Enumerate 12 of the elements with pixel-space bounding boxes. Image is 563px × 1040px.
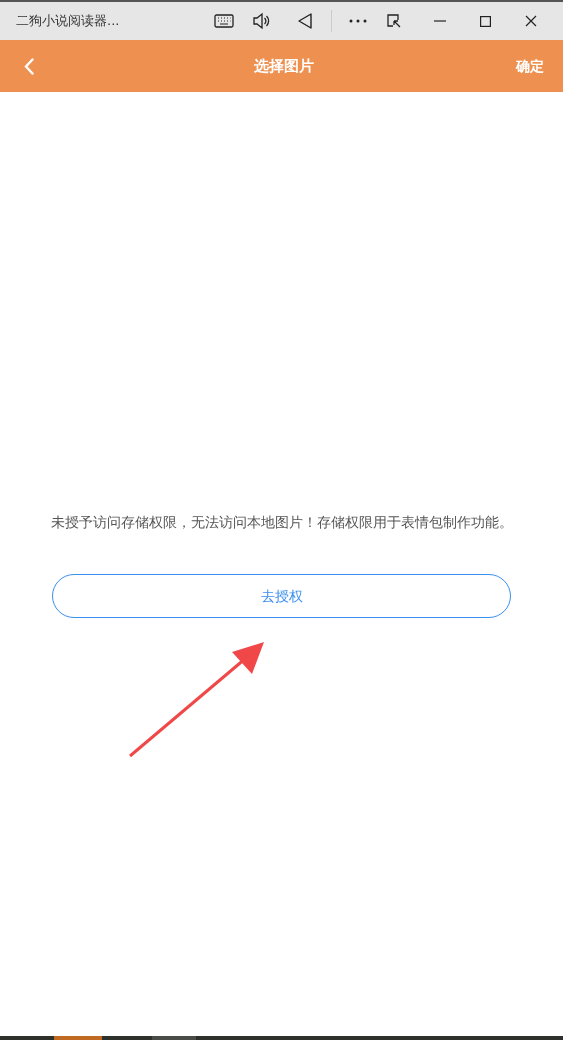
permission-message: 未授予访问存储权限，无法访问本地图片！存储权限用于表情包制作功能。 bbox=[50, 513, 513, 532]
authorize-button[interactable]: 去授权 bbox=[52, 574, 511, 619]
page-title: 选择图片 bbox=[254, 55, 314, 77]
speaker-icon[interactable] bbox=[252, 12, 270, 30]
back-triangle-icon[interactable] bbox=[297, 12, 313, 30]
more-icon[interactable] bbox=[349, 19, 367, 23]
keyboard-icon[interactable] bbox=[214, 14, 234, 28]
close-icon[interactable] bbox=[525, 15, 537, 27]
maximize-icon[interactable] bbox=[480, 15, 491, 27]
restore-arrow-icon[interactable] bbox=[387, 14, 401, 28]
window-title: 二狗小说阅读器... bbox=[16, 12, 121, 31]
confirm-button[interactable]: 确定 bbox=[484, 55, 544, 77]
